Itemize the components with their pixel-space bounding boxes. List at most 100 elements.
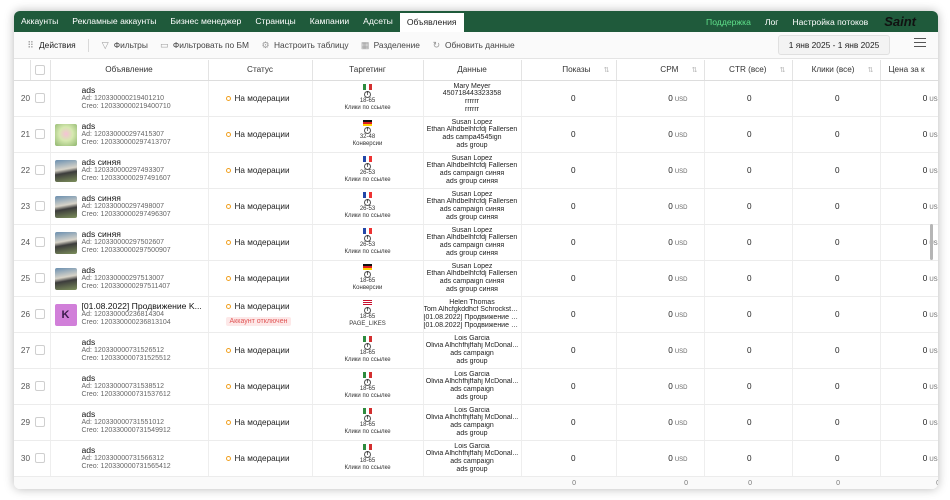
split-button[interactable]: ▦ Разделение [355, 32, 426, 59]
sort-icon[interactable]: ⇅ [692, 66, 698, 74]
ad-name[interactable]: ads [82, 121, 206, 131]
row-select[interactable] [30, 260, 51, 297]
row-select[interactable] [30, 368, 51, 405]
row-checkbox[interactable] [34, 381, 45, 391]
ad-cell[interactable]: ads Ad: 120330000731538512 Creo: 120330000… [50, 368, 209, 405]
tab-ad-accounts[interactable]: Рекламные аккаунты [65, 11, 163, 32]
ad-name[interactable]: [01.08.2022] Продвижение K... [82, 301, 206, 311]
adset-name: ads group синяя [446, 285, 498, 293]
row-select[interactable] [30, 404, 51, 441]
table-row[interactable]: 21 ads Ad: 120330000297415307 Creo: 1203300… [14, 116, 938, 153]
table-settings-button[interactable]: ⚙ Настроить таблицу [255, 32, 355, 59]
table-row[interactable]: 27 ads Ad: 120330000731526512 Creo: 1203300… [14, 332, 938, 369]
account-name: Lois Garcia [454, 334, 490, 342]
tab-pages[interactable]: Страницы [248, 11, 302, 32]
ad-name[interactable]: ads [82, 265, 206, 275]
row-checkbox[interactable] [34, 165, 45, 175]
ad-id: Ad: 120330000219401210 [81, 94, 165, 102]
sort-icon[interactable]: ⇅ [780, 66, 786, 74]
date-range-picker[interactable]: 1 янв 2025 - 1 янв 2025 [778, 35, 890, 55]
hamburger-menu-icon[interactable] [914, 38, 926, 47]
row-select[interactable] [30, 116, 51, 153]
row-select[interactable] [30, 332, 51, 369]
filters-button[interactable]: ▽ Фильтры [95, 32, 154, 59]
ad-name[interactable]: ads [82, 373, 206, 383]
ad-name[interactable]: ads [82, 85, 206, 95]
impressions-value: 0 [521, 368, 617, 405]
table-row[interactable]: 30 ads Ad: 120330000731566312 Creo: 1203300… [14, 440, 938, 477]
table-row[interactable]: 20 ads Ad: 120330000219401210 Creo: 1203300… [14, 80, 938, 117]
header-select-all[interactable] [30, 60, 51, 81]
row-checkbox[interactable] [34, 309, 45, 319]
filter-bm-button[interactable]: ▭ Фильтровать по БМ [154, 32, 255, 59]
table-row[interactable]: 26 K [01.08.2022] Продвижение K... Ad: 1203… [14, 296, 938, 333]
ad-cell[interactable]: ads Ad: 120330000731526512 Creo: 120330000… [50, 332, 209, 369]
row-checkbox[interactable] [34, 93, 45, 103]
ad-name[interactable]: ads [82, 445, 206, 455]
tab-campaigns[interactable]: Кампании [303, 11, 356, 32]
table-row[interactable]: 28 ads Ad: 120330000731538512 Creo: 1203300… [14, 368, 938, 405]
row-checkbox[interactable] [34, 417, 45, 427]
header-price[interactable]: Цена за к [880, 60, 938, 81]
row-select[interactable] [30, 440, 51, 477]
ad-cell[interactable]: ads синяя Ad: 120330000297493307 Creo: 120… [50, 152, 209, 189]
ad-name[interactable]: ads синяя [82, 193, 206, 203]
row-select[interactable] [30, 188, 51, 225]
ad-info: ads Ad: 120330000297415307 Creo: 120330000… [82, 121, 206, 147]
header-targeting[interactable]: Таргетинг [312, 60, 424, 81]
table-row[interactable]: 24 ads синяя Ad: 120330000297502607 Creo: 1… [14, 224, 938, 261]
status-text: На модерации [234, 302, 290, 311]
sort-icon[interactable]: ⇅ [868, 66, 874, 74]
row-select[interactable] [30, 80, 51, 117]
select-all-checkbox[interactable] [35, 64, 45, 75]
table-row[interactable]: 23 ads синяя Ad: 120330000297498007 Creo: 1… [14, 188, 938, 225]
row-checkbox[interactable] [34, 237, 45, 247]
ad-name[interactable]: ads [82, 337, 206, 347]
ad-cell[interactable]: ads синяя Ad: 120330000297498007 Creo: 120… [50, 188, 209, 225]
flow-settings-link[interactable]: Настройка потоков [785, 17, 875, 27]
adset-name: ads group [456, 429, 488, 437]
ad-cell[interactable]: ads Ad: 120330000731566312 Creo: 120330000… [50, 440, 209, 477]
sort-icon[interactable]: ⇅ [604, 66, 610, 74]
refresh-button[interactable]: ↻ Обновить данные [426, 32, 521, 59]
row-select[interactable] [30, 224, 51, 261]
row-checkbox[interactable] [34, 129, 45, 139]
row-checkbox[interactable] [34, 345, 45, 355]
header-impressions[interactable]: Показы ⇅ [521, 60, 617, 81]
row-select[interactable] [30, 296, 51, 333]
vertical-scrollbar[interactable] [930, 224, 933, 260]
tab-adsets[interactable]: Адсеты [356, 11, 400, 32]
ad-cell[interactable]: K [01.08.2022] Продвижение K... Ad: 120330… [50, 296, 209, 333]
cpm-cell: 0 USD [616, 404, 705, 441]
owner-name: Olivia Alhchfhjffahj McDonal... [425, 450, 519, 458]
ad-cell[interactable]: ads Ad: 120330000219401210 Creo: 120330000… [50, 80, 209, 117]
actions-button[interactable]: ⠿ Действия [14, 32, 82, 59]
ad-cell[interactable]: ads Ad: 120330000731551012 Creo: 120330000… [50, 404, 209, 441]
header-status[interactable]: Статус [208, 60, 313, 81]
adset-name: rrrrrr [465, 105, 479, 113]
table-row[interactable]: 22 ads синяя Ad: 120330000297493307 Creo: 1… [14, 152, 938, 189]
ad-cell[interactable]: ads Ad: 120330000297513007 Creo: 120330000… [50, 260, 209, 297]
price-cell: 0USD [880, 80, 938, 117]
row-checkbox[interactable] [34, 453, 45, 463]
ad-cell[interactable]: ads синяя Ad: 120330000297502607 Creo: 120… [50, 224, 209, 261]
ad-cell[interactable]: ads Ad: 120330000297415307 Creo: 120330000… [50, 116, 209, 153]
tab-business-manager[interactable]: Бизнес менеджер [163, 11, 248, 32]
header-data[interactable]: Данные [423, 60, 522, 81]
row-checkbox[interactable] [34, 201, 45, 211]
tab-accounts[interactable]: Аккаунты [14, 11, 65, 32]
ad-name[interactable]: ads синяя [82, 157, 206, 167]
log-link[interactable]: Лог [758, 17, 786, 27]
header-ctr[interactable]: CTR (все) ⇅ [704, 60, 793, 81]
header-cpm[interactable]: CPM ⇅ [616, 60, 705, 81]
row-checkbox[interactable] [34, 273, 45, 283]
ad-name[interactable]: ads синяя [82, 229, 206, 239]
row-select[interactable] [30, 152, 51, 189]
header-clicks[interactable]: Клики (все) ⇅ [792, 60, 881, 81]
tab-ads[interactable]: Объявления [399, 13, 464, 32]
table-row[interactable]: 25 ads Ad: 120330000297513007 Creo: 1203300… [14, 260, 938, 297]
ad-name[interactable]: ads [82, 409, 206, 419]
header-ad[interactable]: Объявление [50, 60, 209, 81]
table-row[interactable]: 29 ads Ad: 120330000731551012 Creo: 1203300… [14, 404, 938, 441]
support-link[interactable]: Поддержка [699, 17, 758, 27]
